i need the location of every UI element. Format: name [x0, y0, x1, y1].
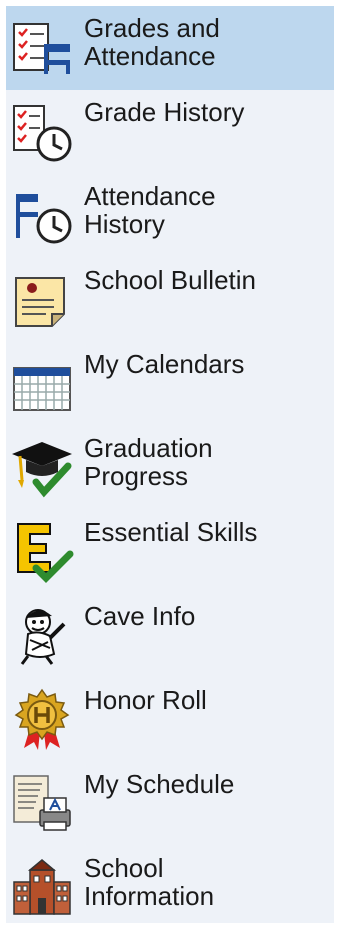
essential-skills-icon: [10, 520, 74, 584]
nav-item-label: Cave Info: [84, 601, 196, 631]
nav-item-label: Grades and Attendance: [84, 13, 220, 71]
nav-item-label: Honor Roll: [84, 685, 207, 715]
nav-item-graduation-progress[interactable]: Graduation Progress: [6, 426, 334, 510]
caveman-mascot-icon: [10, 604, 74, 668]
nav-item-attendance-history[interactable]: Attendance History: [6, 174, 334, 258]
graduation-cap-icon: [10, 436, 74, 500]
grades-attendance-icon: [10, 16, 74, 80]
nav-item-label: Graduation Progress: [84, 433, 213, 491]
schedule-printer-icon: [10, 772, 74, 836]
nav-item-label: Attendance History: [84, 181, 216, 239]
nav-item-label: School Information: [84, 853, 215, 911]
nav-item-cave-info[interactable]: Cave Info: [6, 594, 334, 678]
nav-item-label: School Bulletin: [84, 265, 256, 295]
side-navigation: Grades and Attendance Grade History Atte…: [6, 6, 334, 923]
nav-item-grade-history[interactable]: Grade History: [6, 90, 334, 174]
attendance-history-icon: [10, 184, 74, 248]
nav-item-label: My Calendars: [84, 349, 245, 379]
nav-item-label: My Schedule: [84, 769, 235, 799]
honor-roll-medal-icon: [10, 688, 74, 752]
nav-item-grades-and-attendance[interactable]: Grades and Attendance: [6, 6, 334, 90]
grade-history-icon: [10, 100, 74, 164]
nav-item-honor-roll[interactable]: Honor Roll: [6, 678, 334, 762]
school-bulletin-icon: [10, 268, 74, 332]
nav-item-essential-skills[interactable]: Essential Skills: [6, 510, 334, 594]
nav-item-school-bulletin[interactable]: School Bulletin: [6, 258, 334, 342]
nav-item-label: Grade History: [84, 97, 245, 127]
school-building-icon: [10, 856, 74, 920]
nav-item-school-information[interactable]: School Information: [6, 846, 334, 930]
nav-item-my-schedule[interactable]: My Schedule: [6, 762, 334, 846]
calendar-icon: [10, 352, 74, 416]
nav-item-my-calendars[interactable]: My Calendars: [6, 342, 334, 426]
nav-item-label: Essential Skills: [84, 517, 258, 547]
